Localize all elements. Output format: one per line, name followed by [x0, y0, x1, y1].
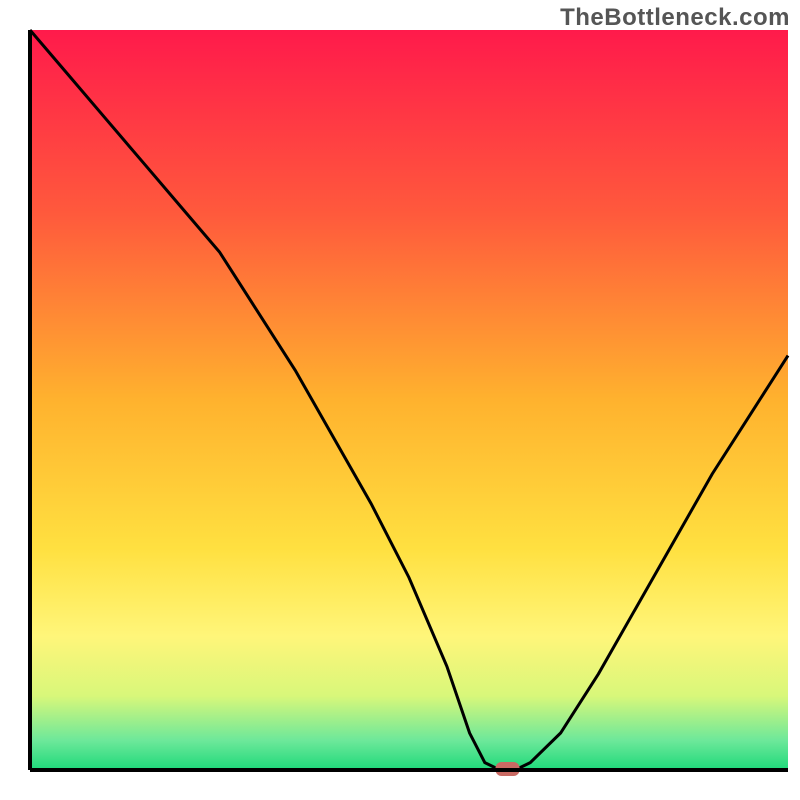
- plot-area: [30, 30, 788, 776]
- bottleneck-chart: TheBottleneck.com: [0, 0, 800, 800]
- gradient-background: [30, 30, 788, 770]
- watermark-text: TheBottleneck.com: [560, 4, 790, 32]
- chart-svg: [0, 0, 800, 800]
